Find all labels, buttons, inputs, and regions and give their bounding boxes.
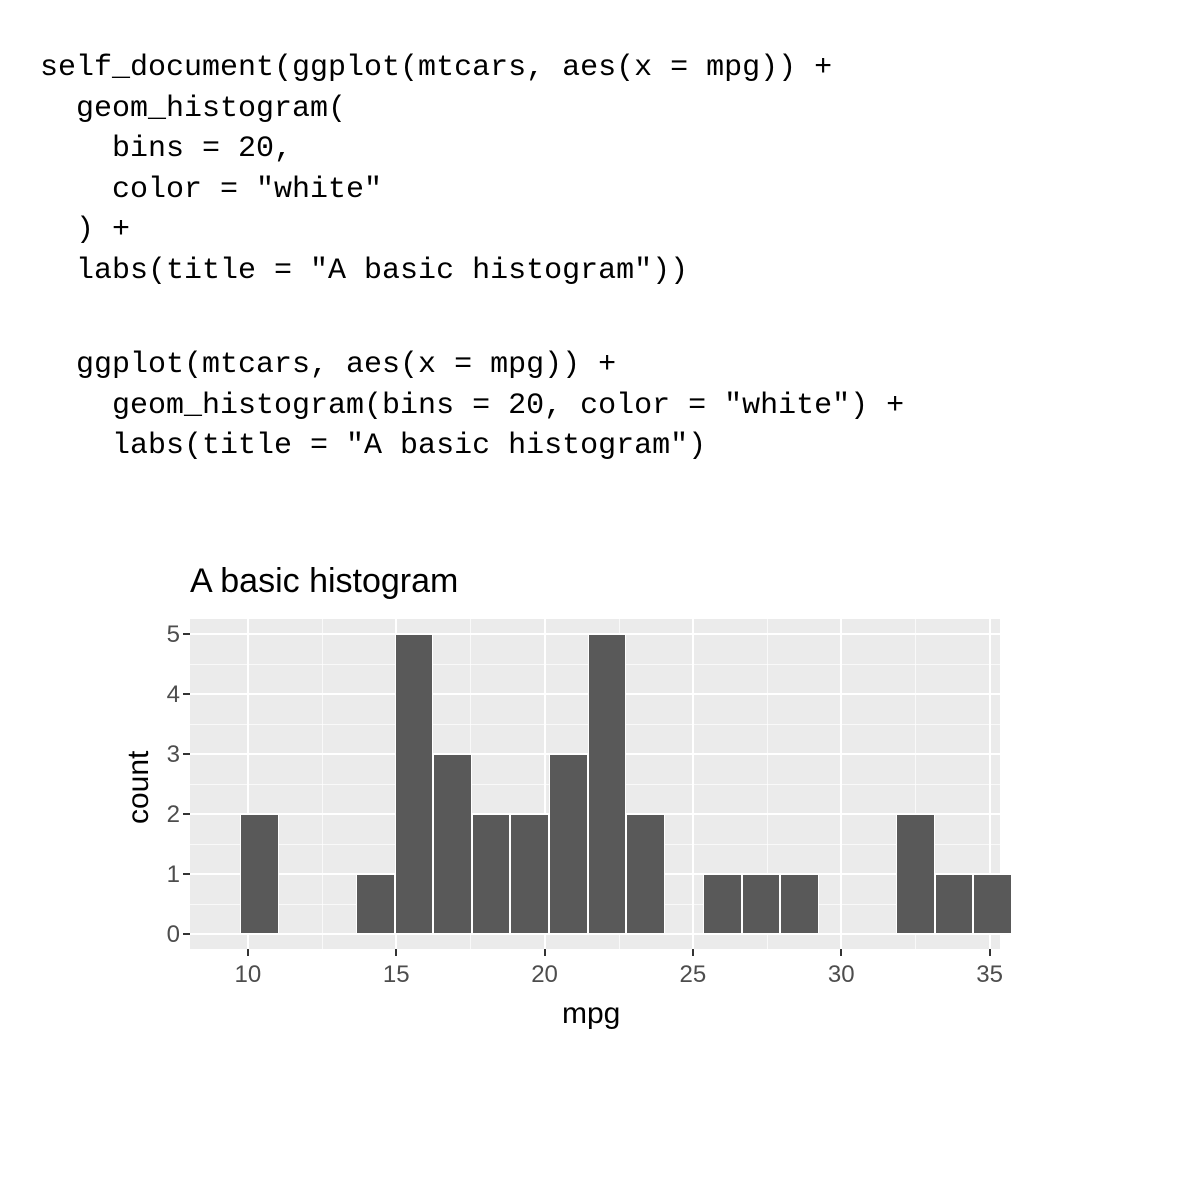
- histogram-bar: [896, 814, 935, 934]
- code-block-2: ggplot(mtcars, aes(x = mpg)) + geom_hist…: [40, 345, 904, 467]
- chart-title: A basic histogram: [70, 562, 1030, 601]
- histogram-bar: [742, 874, 781, 934]
- plot-panel: [190, 619, 1000, 949]
- histogram-bar: [626, 814, 665, 934]
- histogram-bar: [510, 814, 549, 934]
- histogram-bar: [240, 814, 279, 934]
- x-tick-label: 15: [383, 961, 410, 989]
- y-tick-label: 4: [140, 681, 180, 709]
- histogram-bar: [356, 874, 395, 934]
- histogram-bar: [395, 634, 434, 934]
- histogram-bar: [472, 814, 511, 934]
- y-axis-tick-marks: [183, 619, 190, 949]
- y-tick-label: 1: [140, 861, 180, 889]
- x-axis-label: mpg: [562, 997, 620, 1031]
- x-tick-label: 30: [828, 961, 855, 989]
- x-axis-ticks: 10 15 20 25 30 35: [190, 961, 1000, 991]
- chart-box: 012345 101520253035 count mpg: [70, 609, 1030, 1069]
- x-tick-label: 10: [234, 961, 261, 989]
- histogram-bar: [433, 754, 472, 934]
- histogram-bar: [973, 874, 1012, 934]
- chart: A basic histogram 012345 101520253035 co…: [70, 562, 1030, 1069]
- histogram-bar: [935, 874, 974, 934]
- histogram-bar: [588, 634, 627, 934]
- y-axis-label: count: [122, 751, 156, 824]
- y-tick-label: 0: [140, 921, 180, 949]
- x-tick-label: 20: [531, 961, 558, 989]
- x-tick-label: 25: [680, 961, 707, 989]
- histogram-bar: [703, 874, 742, 934]
- y-tick-label: 5: [140, 621, 180, 649]
- histogram-bar: [780, 874, 819, 934]
- x-tick-label: 35: [976, 961, 1003, 989]
- histogram-bar: [549, 754, 588, 934]
- code-block-1: self_document(ggplot(mtcars, aes(x = mpg…: [40, 48, 832, 291]
- x-axis-tick-marks: [190, 949, 1000, 956]
